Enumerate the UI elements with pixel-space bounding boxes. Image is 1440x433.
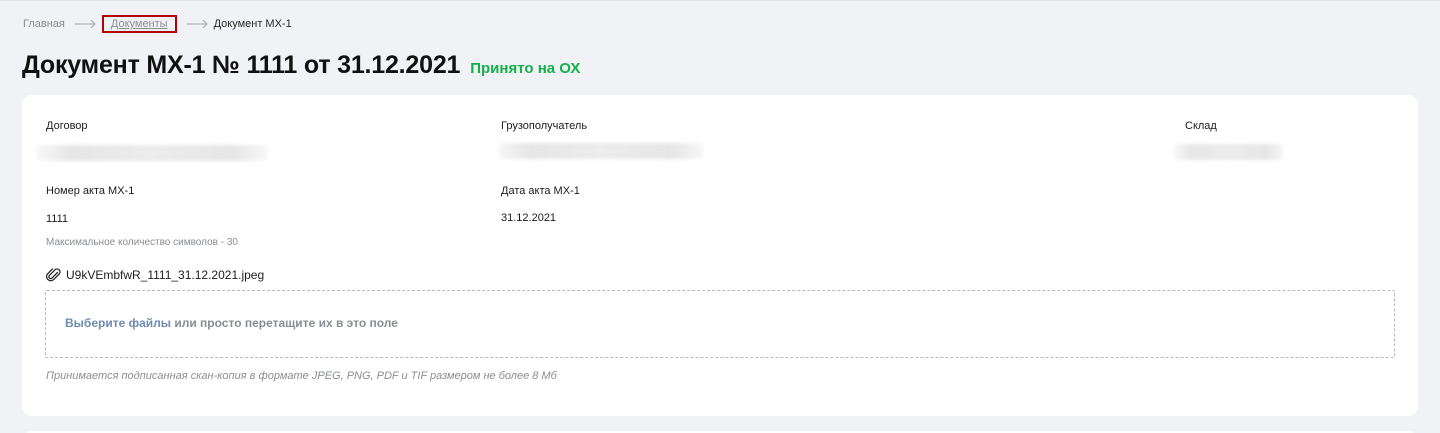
page-title: Документ МХ-1 № 1111 от 31.12.2021 — [22, 51, 461, 79]
warehouse-value-redacted — [1174, 144, 1283, 160]
act-date-value: 31.12.2021 — [501, 212, 557, 224]
contract-label: Договор — [46, 120, 88, 132]
act-number-value: 1111 — [46, 213, 69, 225]
document-card: Договор Грузополучатель Склад Номер акта… — [22, 95, 1418, 416]
breadcrumb-documents-link[interactable]: Документы — [101, 15, 177, 33]
attachment-file[interactable]: U9kVEmbfwR_1111_31.12.2021.jpeg — [46, 267, 264, 283]
file-dropzone[interactable]: Выберите файлы или просто перетащите их … — [45, 290, 1395, 358]
contract-value-redacted — [37, 145, 267, 161]
breadcrumb-home-link[interactable]: Главная — [23, 18, 65, 30]
breadcrumb: Главная Документы Документ МХ-1 — [23, 13, 292, 35]
arrow-right-icon — [74, 19, 96, 29]
attachment-filename[interactable]: U9kVEmbfwR_1111_31.12.2021.jpeg — [66, 268, 264, 282]
paperclip-icon — [46, 268, 61, 282]
act-number-hint: Максимальное количество символов - 30 — [46, 237, 238, 248]
dropzone-text: Выберите файлы или просто перетащите их … — [65, 316, 398, 330]
warehouse-label: Склад — [1185, 120, 1217, 132]
dropzone-instruction: или просто перетащите их в это поле — [171, 316, 398, 330]
arrow-right-icon — [186, 19, 208, 29]
breadcrumb-current: Документ МХ-1 — [213, 18, 292, 30]
status-badge: Принято на ОХ — [470, 60, 581, 77]
act-number-label: Номер акта МХ-1 — [46, 185, 135, 197]
act-date-label: Дата акта МХ-1 — [501, 185, 580, 197]
page-header: Документ МХ-1 № 1111 от 31.12.2021 Приня… — [22, 51, 580, 80]
consignee-value-redacted — [498, 143, 703, 159]
choose-files-link[interactable]: Выберите файлы — [65, 316, 171, 330]
upload-hint: Принимается подписанная скан-копия в фор… — [46, 370, 557, 382]
consignee-label: Грузополучатель — [501, 120, 588, 132]
